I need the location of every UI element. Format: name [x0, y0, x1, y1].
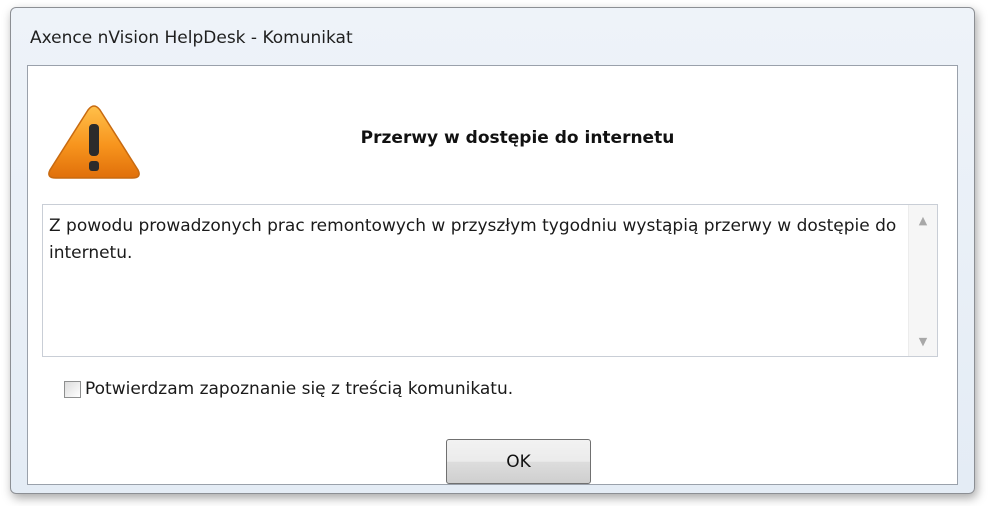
dialog-window: Axence nVision HelpDesk - Komunikat Prze… [10, 7, 975, 494]
confirm-checkbox[interactable] [64, 380, 81, 398]
message-text: Z powodu prowadzonych prac remontowych w… [49, 216, 897, 263]
vertical-scrollbar[interactable]: ▲ ▼ [908, 205, 937, 356]
message-textarea[interactable]: Z powodu prowadzonych prac remontowych w… [42, 204, 938, 357]
title-bar[interactable]: Axence nVision HelpDesk - Komunikat [11, 8, 974, 64]
dialog-content: Przerwy w dostępie do internetu Z powodu… [27, 65, 958, 485]
ok-button[interactable]: OK [446, 439, 591, 484]
message-heading: Przerwy w dostępie do internetu [360, 128, 675, 148]
scroll-down-icon[interactable]: ▼ [909, 330, 937, 354]
window-title: Axence nVision HelpDesk - Komunikat [30, 28, 353, 48]
confirm-row[interactable]: Potwierdzam zapoznanie się z treścią kom… [64, 379, 513, 399]
confirm-checkbox-label[interactable]: Potwierdzam zapoznanie się z treścią kom… [85, 379, 513, 399]
scroll-up-icon[interactable]: ▲ [909, 209, 937, 233]
